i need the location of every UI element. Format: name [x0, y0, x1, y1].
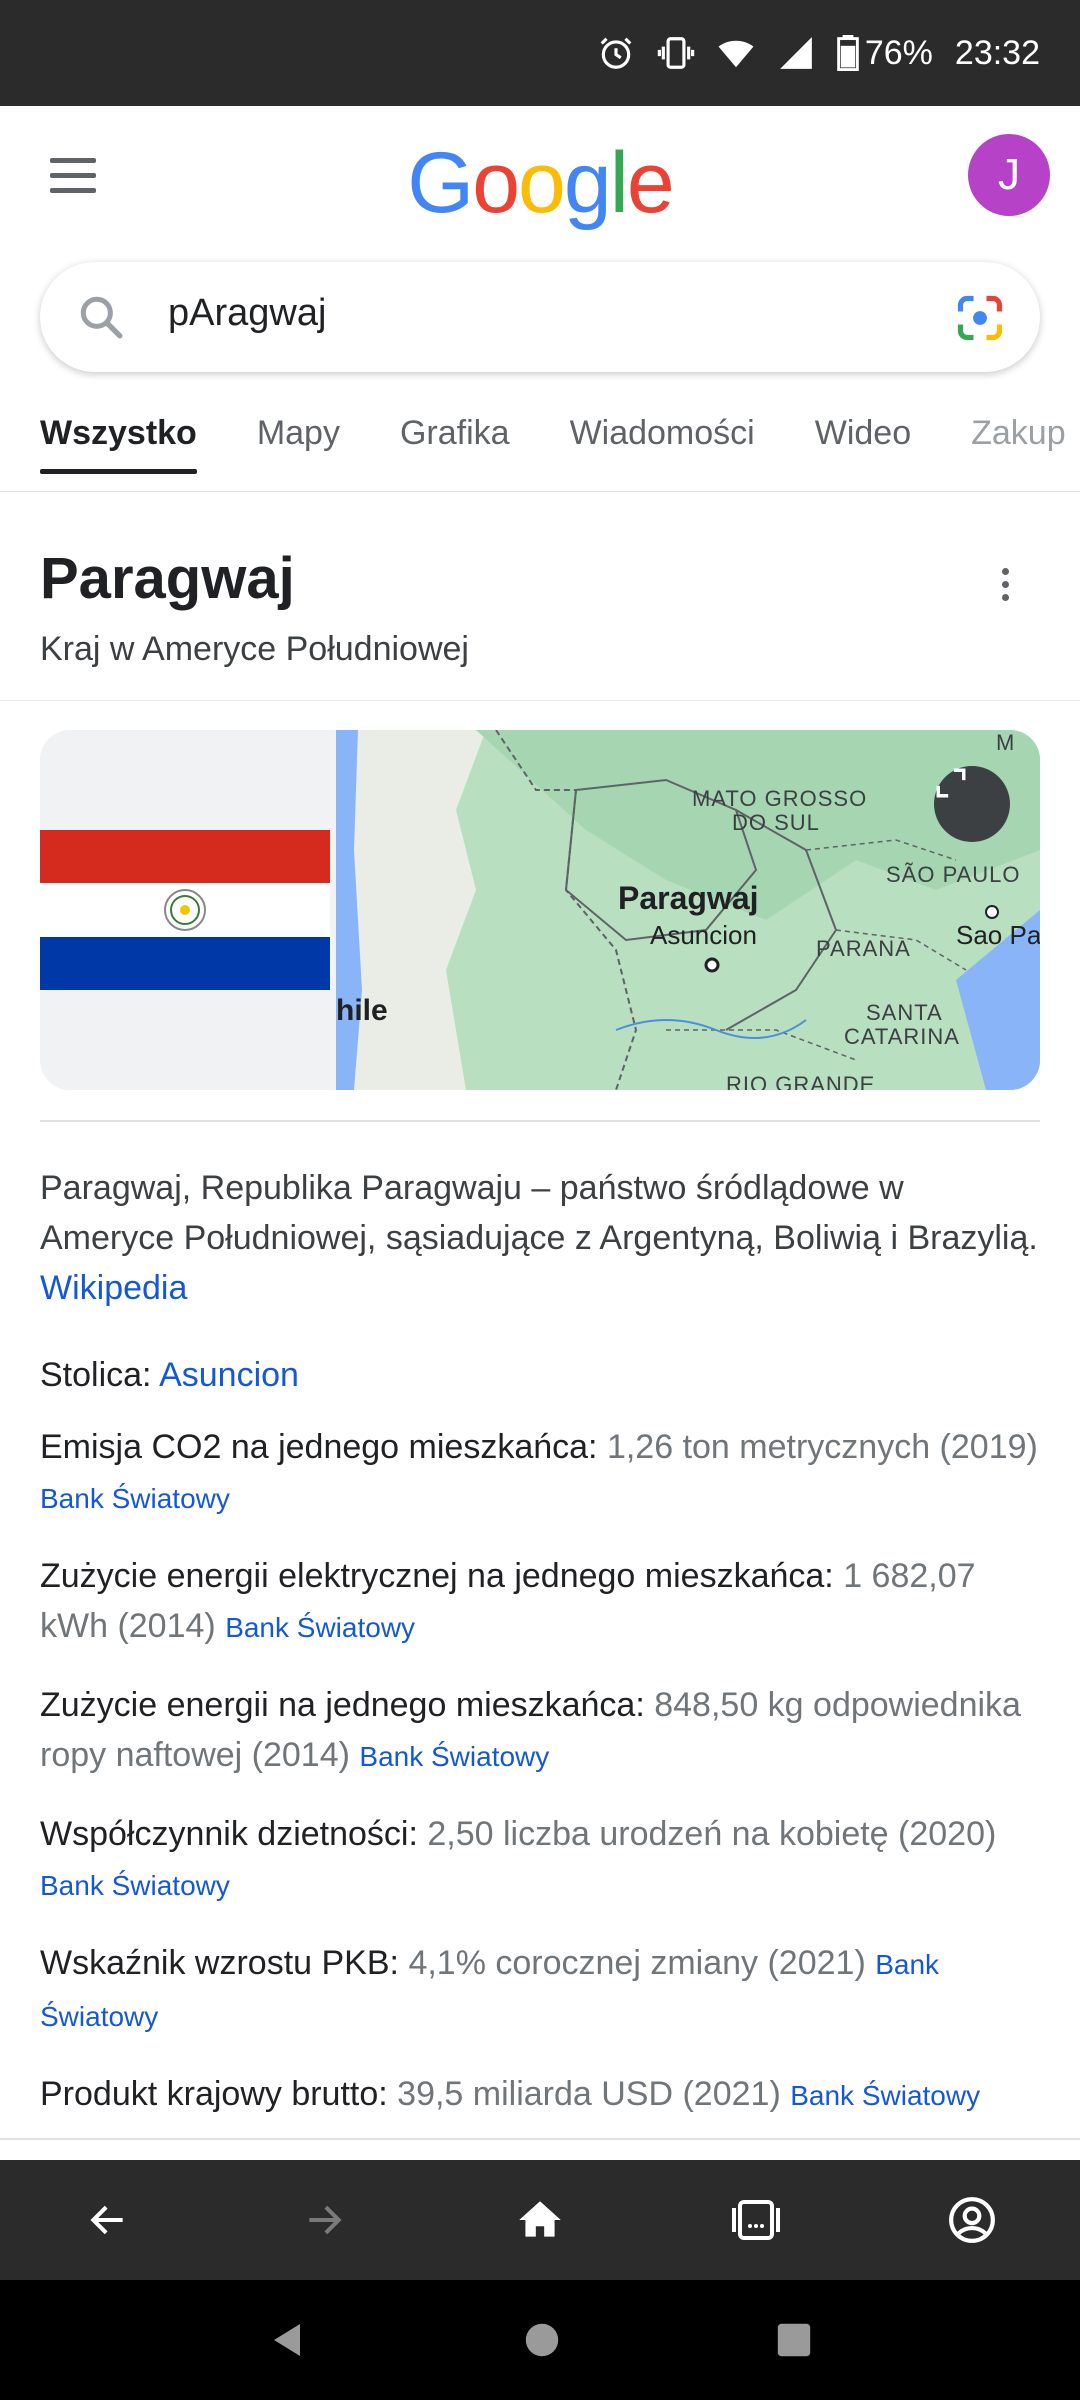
- search-icon[interactable]: [76, 292, 126, 342]
- back-triangle-icon[interactable]: [268, 2320, 308, 2360]
- description-text: Paragwaj, Republika Paragwaju – państwo …: [40, 1169, 1038, 1257]
- page-title: Paragwaj: [40, 546, 295, 611]
- map-label: CATARINA: [844, 1024, 960, 1049]
- alarm-icon: [600, 37, 632, 69]
- status-bar: 76% 23:32: [0, 0, 1080, 106]
- description: Paragwaj, Republika Paragwaju – państwo …: [40, 1163, 1040, 1313]
- tab-mapy[interactable]: Mapy: [257, 400, 340, 474]
- back-icon[interactable]: [76, 2188, 140, 2252]
- map-label: MATO GROSSO: [692, 786, 868, 811]
- fact-capital: Stolica: Asuncion: [40, 1350, 1040, 1400]
- map-label: SANTA: [866, 1000, 943, 1025]
- fact-label: Emisja CO2 na jednego mieszkańca:: [40, 1428, 598, 1466]
- map-label: Sao Pa: [956, 920, 1040, 950]
- clock: 23:32: [954, 33, 1040, 72]
- paraguay-flag-icon: [40, 830, 330, 990]
- google-header: Google J: [0, 106, 1080, 256]
- fact-label: Zużycie energii elektrycznej na jednego …: [40, 1557, 834, 1595]
- fact-label: Stolica:: [40, 1356, 152, 1394]
- fact-source-link[interactable]: Bank Światowy: [40, 1870, 230, 1901]
- divider: [0, 2138, 1080, 2140]
- fact-value: 4,1% corocznej zmiany (2021): [408, 1944, 866, 1982]
- fact-electricity: Zużycie energii elektrycznej na jednego …: [40, 1551, 1040, 1653]
- tab-zakupy[interactable]: Zakup: [971, 400, 1066, 474]
- fact-label: Wskaźnik wzrostu PKB:: [40, 1944, 399, 1982]
- vibrate-icon: [657, 37, 695, 69]
- logo-letter: o: [518, 135, 566, 231]
- tab-wideo[interactable]: Wideo: [815, 400, 911, 474]
- more-options-icon[interactable]: [998, 568, 1012, 608]
- account-icon[interactable]: [940, 2188, 1004, 2252]
- wikipedia-link[interactable]: Wikipedia: [40, 1269, 187, 1307]
- map-label: hile: [336, 994, 388, 1027]
- fact-energy: Zużycie energii na jednego mieszkańca: 8…: [40, 1680, 1040, 1782]
- avatar[interactable]: J: [968, 134, 1050, 216]
- logo-letter: e: [626, 135, 675, 231]
- fact-source-link[interactable]: Bank Światowy: [40, 1483, 230, 1514]
- flag-image[interactable]: [40, 730, 330, 1090]
- search-box[interactable]: pAragwaj: [40, 262, 1040, 372]
- logo-letter: g: [563, 135, 612, 231]
- fact-label: Zużycie energii na jednego mieszkańca:: [40, 1686, 645, 1724]
- media-strip: MATO GROSSO DO SUL Paragwaj Asuncion SÃO…: [40, 730, 1040, 1090]
- fact-source-link[interactable]: Bank Światowy: [790, 2080, 980, 2111]
- logo-letter: l: [609, 135, 629, 231]
- fact-co2: Emisja CO2 na jednego mieszkańca: 1,26 t…: [40, 1422, 1040, 1524]
- tab-wiadomosci[interactable]: Wiadomości: [570, 400, 755, 474]
- map-label: DO SUL: [732, 810, 820, 835]
- divider: [40, 1120, 1040, 1122]
- home-circle-icon[interactable]: [524, 2322, 560, 2358]
- browser-toolbar: [0, 2160, 1080, 2280]
- fact-value: 39,5 miliarda USD (2021): [397, 2075, 781, 2113]
- fact-gdp-growth: Wskaźnik wzrostu PKB: 4,1% corocznej zmi…: [40, 1938, 1040, 2042]
- fact-label: Współczynnik dzietności:: [40, 1815, 418, 1853]
- fact-source-link[interactable]: Bank Światowy: [359, 1741, 549, 1772]
- fact-source-link[interactable]: Bank Światowy: [225, 1612, 415, 1643]
- fact-fertility: Współczynnik dzietności: 2,50 liczba uro…: [40, 1809, 1040, 1911]
- map-image[interactable]: MATO GROSSO DO SUL Paragwaj Asuncion SÃO…: [336, 730, 1040, 1090]
- map-label-country: Paragwaj: [618, 880, 759, 916]
- search-tabs: Wszystko Mapy Grafika Wiadomości Wideo Z…: [0, 400, 1080, 492]
- recents-square-icon[interactable]: [776, 2322, 812, 2358]
- wifi-icon: [718, 40, 754, 68]
- map-label: M: [996, 730, 1016, 755]
- logo-letter: o: [472, 135, 520, 231]
- google-logo[interactable]: Google: [0, 134, 1080, 233]
- map-label: PARANA: [816, 936, 911, 961]
- facts-list: Stolica: Asuncion Emisja CO2 na jednego …: [40, 1350, 1040, 2148]
- system-navigation-bar: [0, 2280, 1080, 2400]
- capital-link[interactable]: Asuncion: [159, 1356, 299, 1394]
- expand-map-button[interactable]: [934, 766, 1010, 842]
- google-lens-icon[interactable]: [954, 292, 1006, 344]
- divider: [0, 700, 1080, 701]
- fact-value: 1,26 ton metrycznych (2019): [606, 1428, 1038, 1466]
- signal-icon: [780, 37, 812, 69]
- search-input[interactable]: pAragwaj: [168, 292, 326, 335]
- map-label: SÃO PAULO: [886, 862, 1021, 887]
- expand-icon: [936, 768, 966, 798]
- map-label-capital: Asuncion: [650, 920, 757, 950]
- fact-gdp: Produkt krajowy brutto: 39,5 miliarda US…: [40, 2069, 1040, 2121]
- tab-wszystko[interactable]: Wszystko: [40, 400, 197, 474]
- map-label: RIO GRANDE: [726, 1072, 876, 1090]
- logo-letter: G: [407, 135, 474, 231]
- fact-label: Produkt krajowy brutto:: [40, 2075, 388, 2113]
- home-icon[interactable]: [508, 2188, 572, 2252]
- battery-percent: 76%: [864, 33, 933, 72]
- page-subtitle: Kraj w Ameryce Południowej: [40, 630, 469, 668]
- battery-icon: [837, 35, 859, 71]
- battery-indicator: 76%: [837, 34, 933, 73]
- tabs-icon[interactable]: [724, 2188, 788, 2252]
- tab-grafika[interactable]: Grafika: [400, 400, 510, 474]
- fact-value: 2,50 liczba urodzeń na kobietę (2020): [427, 1815, 997, 1853]
- forward-icon[interactable]: [292, 2188, 356, 2252]
